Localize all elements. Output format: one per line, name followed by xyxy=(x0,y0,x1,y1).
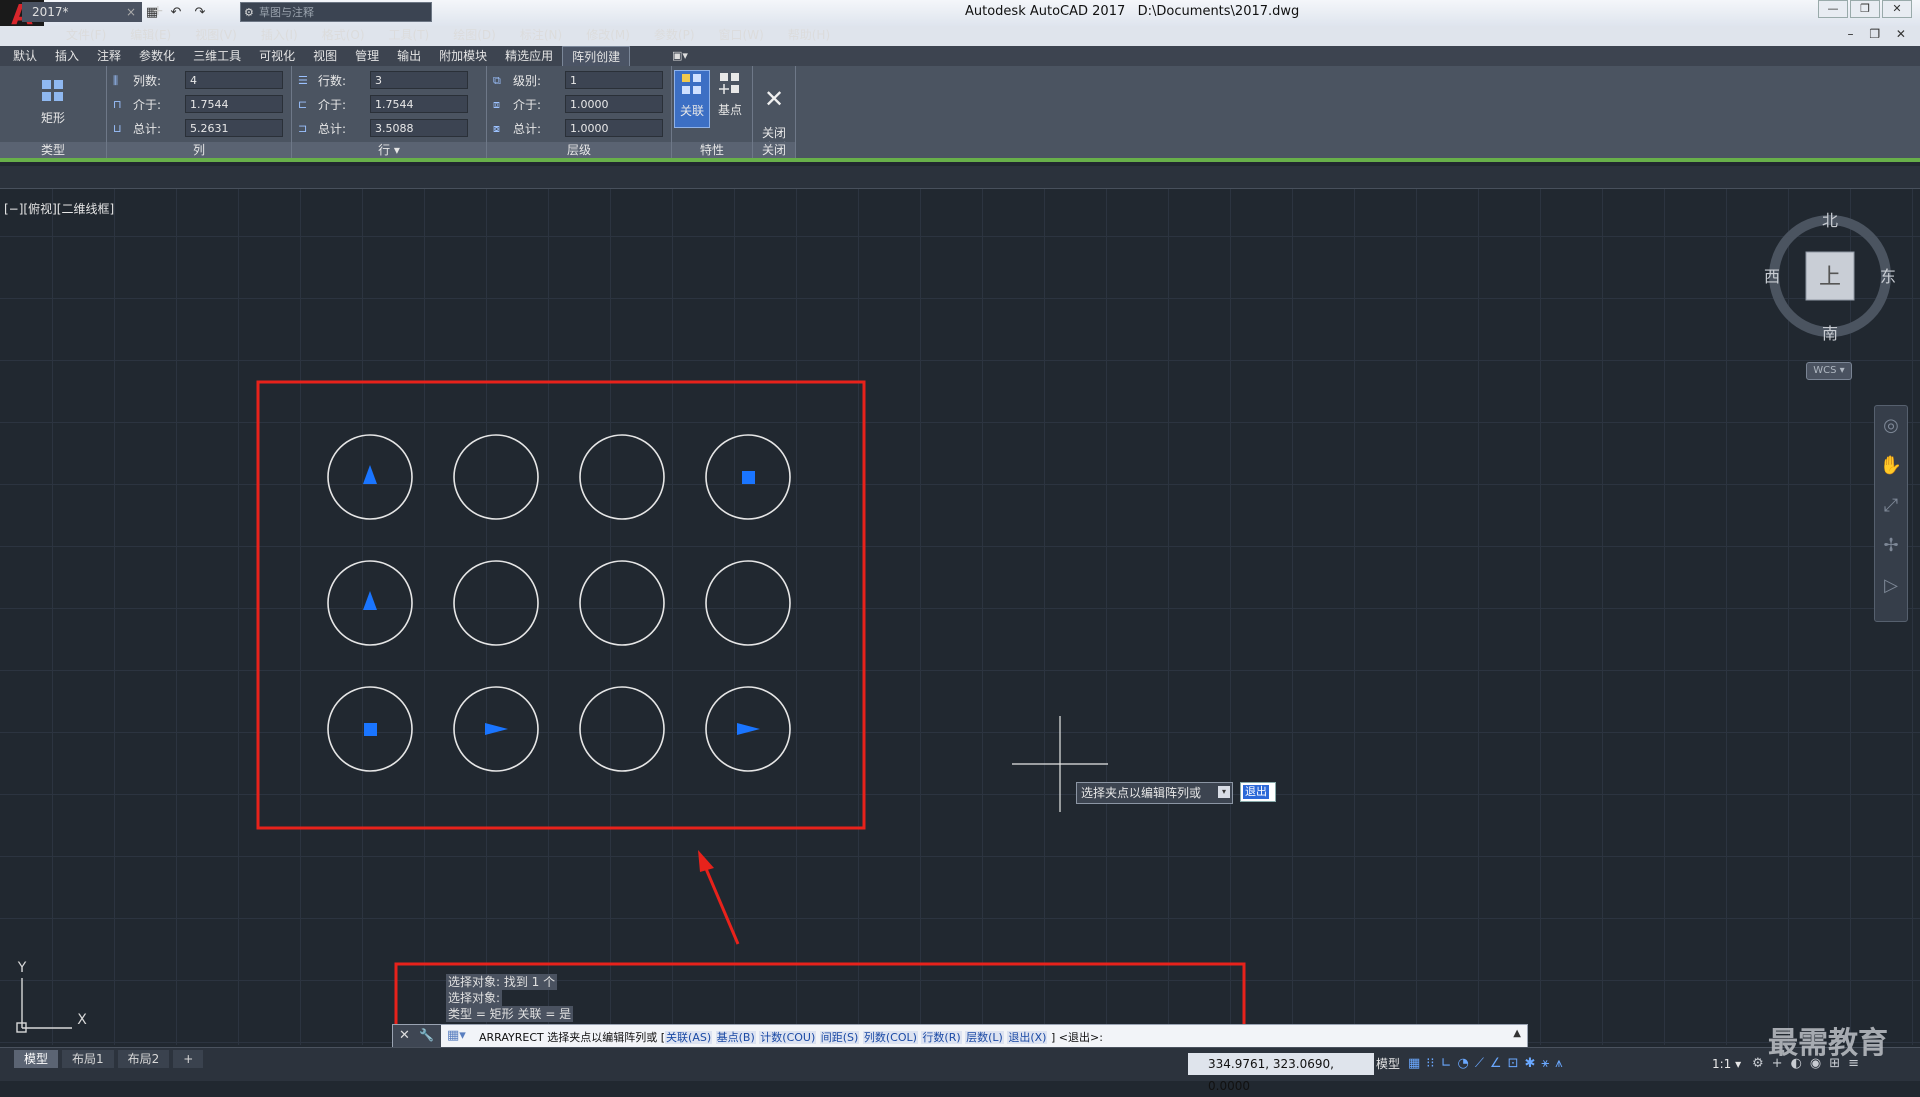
command-option[interactable]: 行数(R) xyxy=(921,1031,962,1044)
array-circle[interactable] xyxy=(579,686,665,772)
base-grip[interactable] xyxy=(364,723,377,736)
command-history-toggle-icon[interactable]: ▲ xyxy=(1513,1028,1521,1039)
snap-icon[interactable]: ⁝⁝ xyxy=(1426,1053,1434,1075)
compass-south[interactable]: 南 xyxy=(1822,324,1838,343)
command-option[interactable]: 列数(COL) xyxy=(862,1031,918,1044)
array-circles xyxy=(327,434,791,772)
zoom-extents-icon[interactable]: ⤢ xyxy=(1875,486,1907,526)
layout-tab[interactable]: 模型 xyxy=(14,1050,59,1068)
ucs-icon xyxy=(16,978,72,1033)
viewcube[interactable]: 上 北 南 东 西 xyxy=(1760,210,1900,350)
compass-north[interactable]: 北 xyxy=(1822,211,1838,230)
coordinates-readout[interactable]: 334.9761, 323.0690, 0.0000 xyxy=(1188,1053,1374,1093)
column-count-grip[interactable] xyxy=(737,723,760,735)
annotation-arrow xyxy=(702,863,740,945)
status-toggles: ▦ ⁝⁝ ∟ ◔ ⟋ ∠ ⊡ ✱ ⚹ ⩚ xyxy=(1408,1053,1563,1075)
command-line[interactable]: ✕ 🔧 ▦▾ ARRAYRECT 选择夹点以编辑阵列或 [关联(AS) 基点(B… xyxy=(392,1024,1528,1048)
model-space-toggle[interactable]: 模型 xyxy=(1376,1053,1400,1075)
isodraft-icon[interactable]: ⟋ xyxy=(1475,1053,1484,1075)
compass-east[interactable]: 东 xyxy=(1880,267,1896,286)
auto-scale-icon[interactable]: ⚹ xyxy=(1541,1053,1549,1075)
history-line: 类型 = 矩形 关联 = 是 xyxy=(446,1006,574,1022)
array-circle[interactable] xyxy=(453,560,539,646)
annotation-arrow-head xyxy=(698,850,714,872)
array-circle[interactable] xyxy=(579,434,665,520)
layout-tab[interactable]: 布局2 xyxy=(117,1050,170,1068)
command-option[interactable]: 间距(S) xyxy=(819,1031,860,1044)
command-history: 选择对象: 找到 1 个 选择对象: 类型 = 矩形 关联 = 是 xyxy=(446,974,574,1022)
command-option[interactable]: 层数(L) xyxy=(965,1031,1004,1044)
corner-grip[interactable] xyxy=(742,471,755,484)
add-layout-button[interactable]: + xyxy=(173,1050,204,1068)
prompt-options-dropdown-icon[interactable]: ▾ xyxy=(1218,786,1230,798)
command-option[interactable]: 计数(COU) xyxy=(759,1031,817,1044)
steering-wheel-icon[interactable]: ◎ xyxy=(1875,406,1907,446)
wcs-menu-button[interactable]: WCS ▾ xyxy=(1806,362,1852,380)
row-spacing-grip[interactable] xyxy=(363,465,377,484)
dynamic-input-field[interactable]: 退出 xyxy=(1240,782,1276,802)
annotation-box-array xyxy=(256,380,866,830)
viewcube-top-label: 上 xyxy=(1819,265,1841,290)
command-option[interactable]: 基点(B) xyxy=(715,1031,756,1044)
column-spacing-grip[interactable] xyxy=(485,723,508,735)
array-circle[interactable] xyxy=(453,434,539,520)
workspace-switch-icon[interactable]: ⚙ xyxy=(1752,1053,1764,1075)
array-grips xyxy=(363,465,760,736)
showmotion-icon[interactable]: ▷ xyxy=(1875,566,1907,606)
command-prompt: ARRAYRECT 选择夹点以编辑阵列或 [关联(AS) 基点(B) 计数(CO… xyxy=(479,1029,1103,1045)
array-command-icon: ▦▾ xyxy=(447,1028,466,1043)
command-line-controls: ✕ 🔧 xyxy=(393,1025,441,1047)
ortho-icon[interactable]: ∟ xyxy=(1441,1053,1452,1075)
array-circle[interactable] xyxy=(579,560,665,646)
polar-icon[interactable]: ◔ xyxy=(1457,1053,1468,1075)
drawing-layer: Y X xyxy=(16,380,1246,1074)
object-snap-tracking-icon[interactable]: ∠ xyxy=(1490,1053,1502,1075)
compass-west[interactable]: 西 xyxy=(1764,267,1780,286)
customize-wrench-icon[interactable]: 🔧 xyxy=(419,1028,434,1042)
pan-hand-icon[interactable]: ✋ xyxy=(1875,446,1907,486)
annotation-visibility-icon[interactable]: ✱ xyxy=(1524,1053,1535,1075)
history-line: 选择对象: 找到 1 个 xyxy=(446,974,558,990)
prompt-text: 选择夹点以编辑阵列或 xyxy=(1081,786,1202,800)
dynamic-input-value: 退出 xyxy=(1243,785,1269,799)
command-options: 关联(AS) 基点(B) 计数(COU) 间距(S) 列数(COL) 行数(R)… xyxy=(665,1031,1051,1044)
row-count-grip[interactable] xyxy=(363,591,377,610)
navigation-bar: ◎ ✋ ⤢ ✢ ▷ xyxy=(1874,405,1908,622)
history-line: 选择对象: xyxy=(446,990,503,1006)
status-bar xyxy=(0,1047,1920,1081)
object-snap-icon[interactable]: ⊡ xyxy=(1508,1053,1519,1075)
layout-tabs: 模型 布局1 布局2 + xyxy=(14,1050,204,1068)
watermark: 最需教育 xyxy=(1768,1026,1888,1061)
orbit-icon[interactable]: ✢ xyxy=(1875,526,1907,566)
array-circle[interactable] xyxy=(705,560,791,646)
command-option[interactable]: 退出(X) xyxy=(1007,1031,1048,1044)
layout-tab[interactable]: 布局1 xyxy=(62,1050,114,1068)
annotation-scale-dropdown[interactable]: 1:1 ▾ xyxy=(1712,1053,1741,1075)
dynamic-input-prompt: 选择夹点以编辑阵列或 ▾ xyxy=(1076,782,1233,804)
command-prefix: ARRAYRECT 选择夹点以编辑阵列或 [ xyxy=(479,1031,666,1044)
grid-icon[interactable]: ▦ xyxy=(1408,1053,1420,1075)
command-option[interactable]: 关联(AS) xyxy=(665,1031,713,1044)
ucs-x-label: X xyxy=(77,1012,87,1028)
close-command-line-icon[interactable]: ✕ xyxy=(399,1028,410,1043)
command-suffix: ] <退出>: xyxy=(1050,1031,1103,1044)
annotation-scale-icon[interactable]: ⩚ xyxy=(1555,1053,1562,1075)
ucs-y-label: Y xyxy=(17,960,27,976)
